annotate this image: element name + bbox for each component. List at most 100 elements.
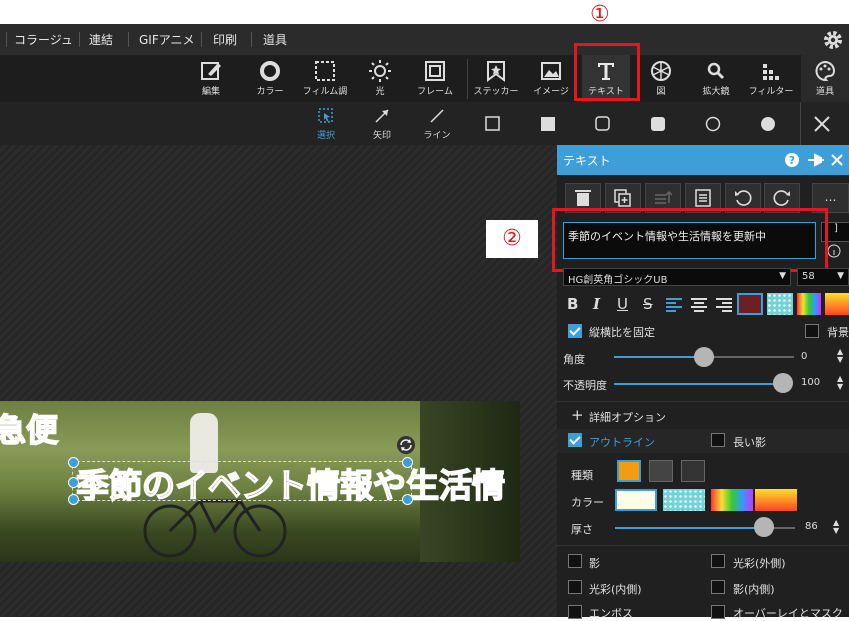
rainbow-swatch[interactable]	[797, 293, 821, 315]
opacity-slider-fill	[614, 383, 786, 385]
line-label: ライン	[423, 131, 451, 141]
tool-frame[interactable]: フレーム	[411, 55, 459, 102]
tool-color[interactable]: カラー	[246, 55, 294, 102]
keep-ratio-checkbox[interactable]	[568, 324, 582, 338]
pin-icon[interactable]	[807, 153, 825, 167]
align-center-icon[interactable]	[690, 297, 708, 313]
close-icon[interactable]	[812, 114, 832, 134]
tool-label: フィルム調	[302, 87, 348, 97]
fill-color-swatch[interactable]	[737, 293, 763, 315]
inner-glow-checkbox[interactable]	[568, 580, 582, 594]
resize-handle[interactable]	[68, 494, 79, 505]
canvas-headline[interactable]: 季節のイベント情報や生活情	[75, 459, 506, 507]
edit-icon	[201, 62, 221, 80]
outline-color-rainbow[interactable]	[711, 489, 753, 511]
shape-icon	[651, 61, 671, 81]
pattern-swatch[interactable]	[767, 293, 793, 315]
thickness-value[interactable]: 86	[805, 521, 818, 532]
outline-type-2[interactable]	[649, 460, 673, 482]
palette-icon	[815, 60, 836, 82]
angle-value[interactable]: 0	[801, 351, 807, 362]
select-tool[interactable]: 選択	[306, 102, 346, 145]
arrow-tool[interactable]: 矢印	[362, 102, 402, 145]
plus-icon[interactable]: +	[571, 406, 584, 424]
rectangle-filled-icon[interactable]	[540, 116, 556, 132]
opacity-value[interactable]: 100	[801, 377, 820, 388]
tool-palette[interactable]: 道具	[801, 55, 849, 102]
background-label: 背景	[827, 326, 849, 339]
bold-button[interactable]: B	[567, 295, 578, 313]
menu-join[interactable]: 連結	[89, 31, 113, 48]
background-checkbox[interactable]	[805, 324, 819, 338]
font-name: HG創英角ゴシックUB	[568, 275, 668, 286]
outline-checkbox[interactable]	[568, 433, 582, 447]
info-icon[interactable]	[827, 244, 841, 258]
gradient-swatch[interactable]	[825, 293, 849, 315]
highlight-text-tool	[574, 43, 640, 101]
filter-icon	[763, 64, 779, 80]
detail-options-label[interactable]: 詳細オプション	[589, 409, 666, 425]
resize-handle[interactable]	[68, 477, 79, 488]
rounded-rect-outline-icon[interactable]	[595, 116, 611, 132]
rectangle-outline-icon[interactable]	[485, 116, 501, 132]
inner-shadow-checkbox[interactable]	[711, 580, 725, 594]
line-tool[interactable]: ライン	[417, 102, 457, 145]
copy-icon	[614, 189, 631, 207]
tool-sticker[interactable]: ステッカー	[472, 55, 520, 102]
menu-separator	[6, 32, 7, 47]
angle-slider-knob[interactable]	[694, 347, 714, 367]
italic-button[interactable]: I	[593, 295, 600, 313]
outline-color-gradient[interactable]	[755, 489, 797, 511]
tool-light[interactable]: 光	[356, 55, 404, 102]
overlay-mask-label: オーバーレイとマスク	[733, 607, 843, 620]
shadow-checkbox[interactable]	[568, 554, 582, 568]
thickness-slider-knob[interactable]	[754, 517, 774, 537]
tool-filter[interactable]: フィルター	[747, 55, 795, 102]
menu-separator	[79, 32, 80, 47]
outline-type-1[interactable]	[617, 460, 641, 482]
rotate-icon[interactable]	[396, 435, 416, 455]
font-size-field[interactable]: 58 ▼	[797, 268, 849, 286]
outline-color-white[interactable]	[615, 489, 657, 511]
tool-magnifier[interactable]: 拡大鏡	[692, 55, 740, 102]
highlight-text-input	[552, 208, 828, 272]
resize-handle[interactable]	[402, 494, 413, 505]
inner-glow-label: 光彩(内側)	[589, 583, 642, 596]
circle-outline-icon[interactable]	[705, 116, 721, 132]
help-icon[interactable]: ?	[784, 152, 800, 168]
panel-divider	[557, 401, 849, 402]
circle-filled-icon[interactable]	[760, 116, 776, 132]
outline-color-pattern[interactable]	[663, 489, 705, 511]
menu-tools[interactable]: 道具	[263, 31, 287, 48]
panel-header: テキスト ?	[557, 145, 849, 175]
strikethrough-button[interactable]: S	[643, 295, 653, 313]
outer-glow-checkbox[interactable]	[711, 554, 725, 568]
tool-edit[interactable]: 編集	[187, 55, 235, 102]
gear-icon[interactable]	[822, 29, 844, 51]
panel-close-icon[interactable]	[830, 153, 844, 167]
font-select[interactable]: HG創英角ゴシックUB ▼	[563, 268, 791, 286]
tool-label: ステッカー	[473, 87, 519, 97]
opacity-slider-knob[interactable]	[773, 373, 793, 393]
menu-gif[interactable]: GIFアニメ	[139, 31, 195, 48]
align-left-icon[interactable]	[665, 297, 683, 313]
align-right-icon[interactable]	[715, 297, 733, 313]
rounded-rect-filled-icon[interactable]	[650, 116, 666, 132]
tool-shape[interactable]: 図	[637, 55, 685, 102]
long-shadow-checkbox[interactable]	[711, 433, 725, 447]
tool-film[interactable]: フィルム調	[301, 55, 349, 102]
tool-image[interactable]: イメージ	[527, 55, 575, 102]
photo-layer[interactable]: 急便 季節のイベント情報や生活情	[0, 401, 520, 562]
menu-collage[interactable]: コラージュ	[14, 31, 73, 48]
menu-print[interactable]: 印刷	[213, 31, 237, 48]
underline-button[interactable]: U	[617, 295, 628, 313]
resize-handle[interactable]	[68, 457, 79, 468]
menu-separator	[128, 32, 129, 47]
subbar-divider	[800, 102, 801, 145]
angle-stepper-icon[interactable]: ▲ ▼	[837, 348, 843, 364]
thickness-stepper-icon[interactable]: ▲ ▼	[833, 519, 839, 535]
opacity-stepper-icon[interactable]: ▲ ▼	[837, 375, 843, 391]
resize-handle[interactable]	[402, 457, 413, 468]
outline-type-3[interactable]	[681, 460, 705, 482]
tool-label: フィルター	[748, 87, 794, 97]
